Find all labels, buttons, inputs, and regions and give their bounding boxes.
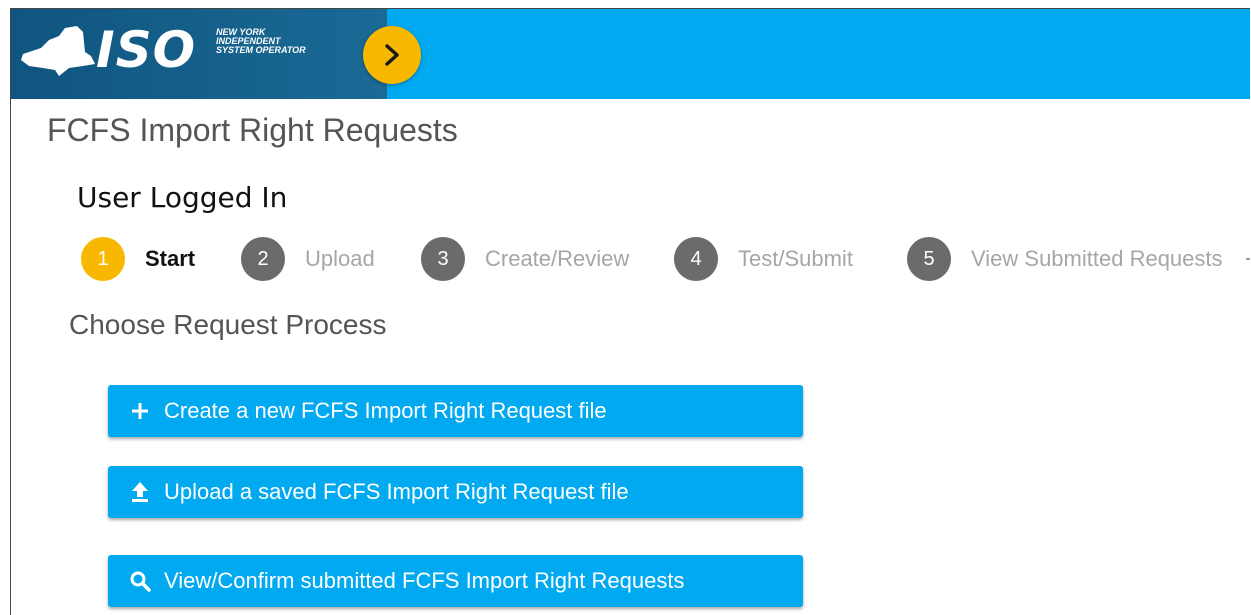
step-label: Test/Submit [738, 246, 853, 271]
new-york-state-logo-icon [21, 26, 95, 76]
step-test-submit[interactable]: 4 Test/Submit [674, 237, 853, 281]
section-title: Choose Request Process [69, 309, 387, 340]
button-label: Create a new FCFS Import Right Request f… [164, 398, 607, 423]
step-label: View Submitted Requests [971, 246, 1223, 271]
logo-tagline: NEW YORK INDEPENDENT SYSTEM OPERATOR [216, 28, 306, 55]
step-connector [1246, 258, 1250, 260]
upload-icon [128, 480, 152, 504]
page-title: FCFS Import Right Requests [47, 112, 458, 148]
app-frame: ISO NEW YORK INDEPENDENT SYSTEM OPERATOR… [10, 8, 1250, 615]
user-status: User Logged In [77, 181, 288, 214]
search-icon [128, 569, 152, 593]
brand-block: ISO NEW YORK INDEPENDENT SYSTEM OPERATOR [11, 9, 387, 99]
nav-toggle-button[interactable] [363, 26, 421, 84]
progress-stepper: 1 Start 2 Upload 3 Create/Review 4 Test/… [81, 237, 1250, 281]
step-label: Create/Review [485, 246, 630, 271]
step-create-review[interactable]: 3 Create/Review [421, 237, 629, 281]
view-confirm-button[interactable]: View/Confirm submitted FCFS Import Right… [108, 555, 803, 607]
top-header: ISO NEW YORK INDEPENDENT SYSTEM OPERATOR [11, 9, 1250, 99]
logo-text: ISO [96, 21, 197, 79]
step-number: 4 [674, 237, 718, 281]
step-view-submitted[interactable]: 5 View Submitted Requests [907, 237, 1223, 281]
step-label: Start [145, 246, 196, 271]
upload-request-button[interactable]: Upload a saved FCFS Import Right Request… [108, 466, 803, 518]
step-number: 5 [907, 237, 951, 281]
chevron-right-icon [385, 44, 399, 66]
plus-icon [128, 399, 152, 423]
step-upload[interactable]: 2 Upload [241, 237, 375, 281]
tagline-line-3: SYSTEM OPERATOR [216, 45, 306, 55]
step-label: Upload [305, 246, 375, 271]
create-request-button[interactable]: Create a new FCFS Import Right Request f… [108, 385, 803, 437]
step-start[interactable]: 1 Start [81, 237, 195, 281]
step-number: 1 [81, 237, 125, 281]
step-number: 3 [421, 237, 465, 281]
button-label: View/Confirm submitted FCFS Import Right… [164, 568, 685, 593]
button-label: Upload a saved FCFS Import Right Request… [164, 479, 629, 504]
step-number: 2 [241, 237, 285, 281]
